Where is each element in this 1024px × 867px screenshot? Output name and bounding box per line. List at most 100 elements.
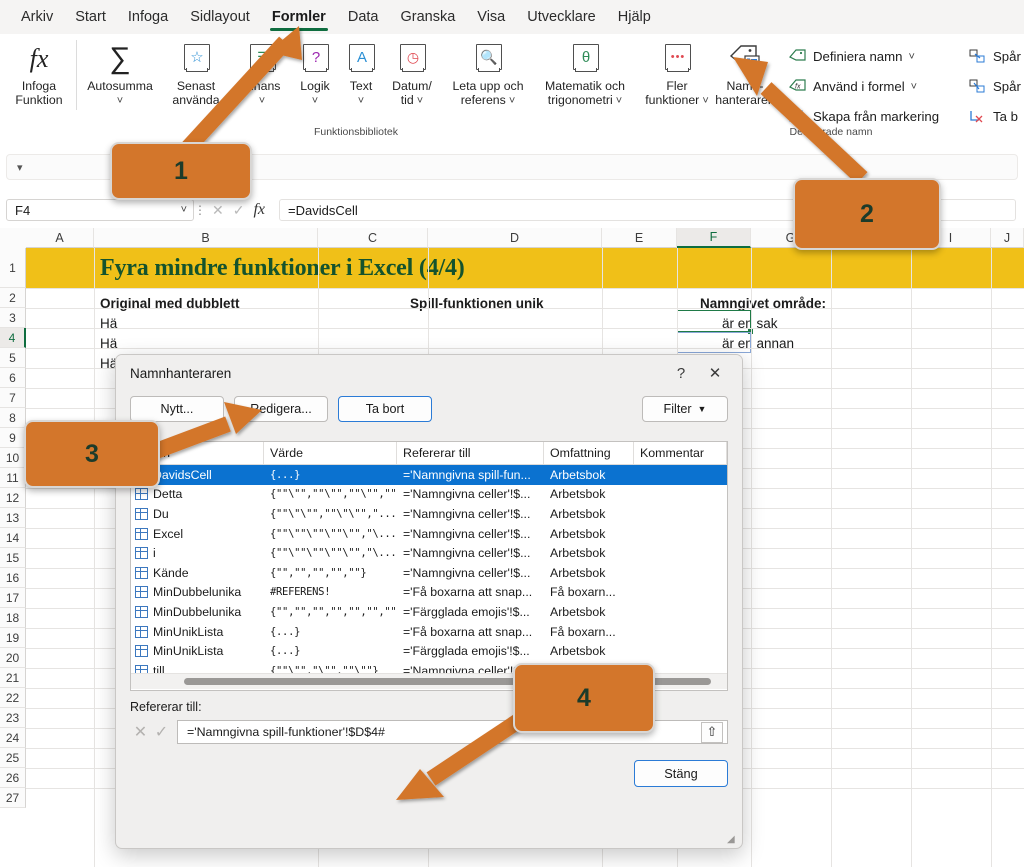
table-row[interactable]: MinUnikLista {...} ='Få boxarna att snap..… <box>131 622 727 642</box>
row-header-9[interactable]: 9 <box>0 428 26 448</box>
name-manager-button[interactable]: Namn-hanteraren <box>706 34 784 107</box>
row-header-1[interactable]: 1 <box>0 248 26 288</box>
logical-button[interactable]: ? Logik ˅ <box>291 34 339 107</box>
tab-infoga[interactable]: Infoga <box>117 3 179 32</box>
chevron-down-icon[interactable]: ˅ <box>358 95 364 107</box>
delete-button[interactable]: Ta bort <box>338 396 432 422</box>
remove-arrows-button[interactable]: Ta b <box>964 104 1024 129</box>
row-header-20[interactable]: 20 <box>0 648 26 668</box>
accept-ref-icon[interactable]: ✓ <box>151 721 172 743</box>
lookup-reference-button[interactable]: 🔍 Leta upp och referens ˅ <box>441 34 535 107</box>
row-header-6[interactable]: 6 <box>0 368 26 388</box>
column-header-kommentar[interactable]: Kommentar <box>634 442 727 464</box>
tab-start[interactable]: Start <box>64 3 117 32</box>
row-header-3[interactable]: 3 <box>0 308 26 328</box>
fx-icon[interactable]: fx <box>253 201 271 219</box>
tab-formler[interactable]: Formler <box>261 3 337 32</box>
chevron-down-icon[interactable]: ˅ <box>312 95 318 107</box>
edit-button[interactable]: Redigera... <box>234 396 328 422</box>
row-header-12[interactable]: 12 <box>0 488 26 508</box>
row-header-2[interactable]: 2 <box>0 288 26 308</box>
autosum-button[interactable]: ∑ Autosumma ˅ <box>81 34 159 107</box>
chevron-down-icon[interactable]: ˅ <box>259 95 265 107</box>
trace-precedents-button[interactable]: Spår <box>964 44 1024 69</box>
table-row[interactable]: i {""\""\""\""\"","\... ='Namngivna celler… <box>131 543 727 563</box>
cancel-ref-icon[interactable]: ✕ <box>130 721 151 743</box>
row-header-11[interactable]: 11 <box>0 468 26 488</box>
use-in-formula-button[interactable]: fx Använd i formel ˅ <box>784 74 943 99</box>
column-header-J[interactable]: J <box>991 228 1024 248</box>
financial-button[interactable]: ☰ Finans ˅ <box>233 34 291 107</box>
table-row[interactable]: Du {""\"\"",""\"\"","... ='Namngivna celle… <box>131 504 727 524</box>
table-row[interactable]: MinUnikLista {...} ='Färgglada emojis'!$..… <box>131 641 727 661</box>
table-row[interactable]: Excel {""\""\""\""\"","\... ='Namngivna ce… <box>131 524 727 544</box>
column-header-F[interactable]: F <box>677 228 751 248</box>
close-icon[interactable]: ✕ <box>698 360 732 386</box>
row-header-19[interactable]: 19 <box>0 628 26 648</box>
row-header-23[interactable]: 23 <box>0 708 26 728</box>
chevron-down-icon[interactable]: ˅ <box>117 95 123 107</box>
chevron-down-icon[interactable]: ˅ <box>911 81 917 92</box>
question-icon[interactable]: ? <box>664 360 698 386</box>
chevron-down-icon[interactable]: ˅ <box>613 95 622 107</box>
row-header-10[interactable]: 10 <box>0 448 26 468</box>
table-row[interactable]: MinDubbelunika #REFERENS! ='Få boxarna att… <box>131 583 727 603</box>
row-header-17[interactable]: 17 <box>0 588 26 608</box>
tab-visa[interactable]: Visa <box>466 3 516 32</box>
row-header-27[interactable]: 27 <box>0 788 26 808</box>
dialog-resize-grip[interactable]: ◢ <box>727 834 739 846</box>
table-row[interactable]: DavidsCell {...} ='Namngivna spill-fun... A… <box>131 465 727 485</box>
confirm-formula-icon[interactable]: ✓ <box>233 202 245 219</box>
column-header-C[interactable]: C <box>318 228 428 248</box>
table-row[interactable]: MinDubbelunika {"","","","","","","",""} =… <box>131 602 727 622</box>
row-header-8[interactable]: 8 <box>0 408 26 428</box>
row-header-25[interactable]: 25 <box>0 748 26 768</box>
column-header-D[interactable]: D <box>428 228 602 248</box>
column-header-A[interactable]: A <box>26 228 94 248</box>
column-header-omfattning[interactable]: Omfattning <box>544 442 634 464</box>
row-header-22[interactable]: 22 <box>0 688 26 708</box>
chevron-down-icon[interactable]: ˅ <box>181 205 187 216</box>
filter-button[interactable]: Filter ▼ <box>642 396 728 422</box>
table-row[interactable]: Kände {"","","","",""} ='Namngivna celler'… <box>131 563 727 583</box>
column-header-värde[interactable]: Värde <box>264 442 397 464</box>
insert-function-button[interactable]: fx Infoga Funktion <box>6 34 72 107</box>
row-header-5[interactable]: 5 <box>0 348 26 368</box>
row-header-7[interactable]: 7 <box>0 388 26 408</box>
tab-sidlayout[interactable]: Sidlayout <box>179 3 261 32</box>
tab-utvecklare[interactable]: Utvecklare <box>516 3 607 32</box>
tab-data[interactable]: Data <box>337 3 390 32</box>
row-header-4[interactable]: 4 <box>0 328 26 348</box>
chevron-down-icon[interactable]: ˅ <box>414 95 423 107</box>
row-header-16[interactable]: 16 <box>0 568 26 588</box>
tab-hjalp[interactable]: Hjälp <box>607 3 662 32</box>
new-button[interactable]: Nytt... <box>130 396 224 422</box>
math-trig-button[interactable]: θ Matematik och trigonometri ˅ <box>535 34 635 107</box>
text-button[interactable]: A Text ˅ <box>339 34 383 107</box>
tab-arkiv[interactable]: Arkiv <box>10 3 64 32</box>
cancel-formula-icon[interactable]: ✕ <box>212 202 224 219</box>
chevron-down-icon[interactable]: ˅ <box>506 95 515 107</box>
trace-dependents-button[interactable]: Spår <box>964 74 1024 99</box>
chevron-down-icon[interactable]: ˅ <box>908 51 914 62</box>
row-header-14[interactable]: 14 <box>0 528 26 548</box>
column-header-E[interactable]: E <box>602 228 677 248</box>
close-button[interactable]: Stäng <box>634 760 728 787</box>
define-name-button[interactable]: Definiera namn ˅ <box>784 44 943 69</box>
name-box[interactable]: F4 ˅ <box>6 199 194 221</box>
collapse-dialog-icon[interactable]: ⇧ <box>701 721 723 743</box>
row-header-13[interactable]: 13 <box>0 508 26 528</box>
tab-granska[interactable]: Granska <box>389 3 466 32</box>
date-time-button[interactable]: ◷ Datum/tid ˅ <box>383 34 441 107</box>
row-header-18[interactable]: 18 <box>0 608 26 628</box>
names-table[interactable]: NamnVärdeRefererar tillOmfattningKomment… <box>130 441 728 691</box>
row-header-24[interactable]: 24 <box>0 728 26 748</box>
formula-bar-splitter[interactable]: ⋮ <box>194 203 206 217</box>
row-header-21[interactable]: 21 <box>0 668 26 688</box>
row-header-15[interactable]: 15 <box>0 548 26 568</box>
column-header-refererar till[interactable]: Refererar till <box>397 442 544 464</box>
table-row[interactable]: Detta {""\"",""\"",""\"",""\"",""... ='Nam… <box>131 485 727 505</box>
column-header-B[interactable]: B <box>94 228 318 248</box>
row-header-26[interactable]: 26 <box>0 768 26 788</box>
recently-used-button[interactable]: ☆ Senast använda <box>159 34 233 107</box>
